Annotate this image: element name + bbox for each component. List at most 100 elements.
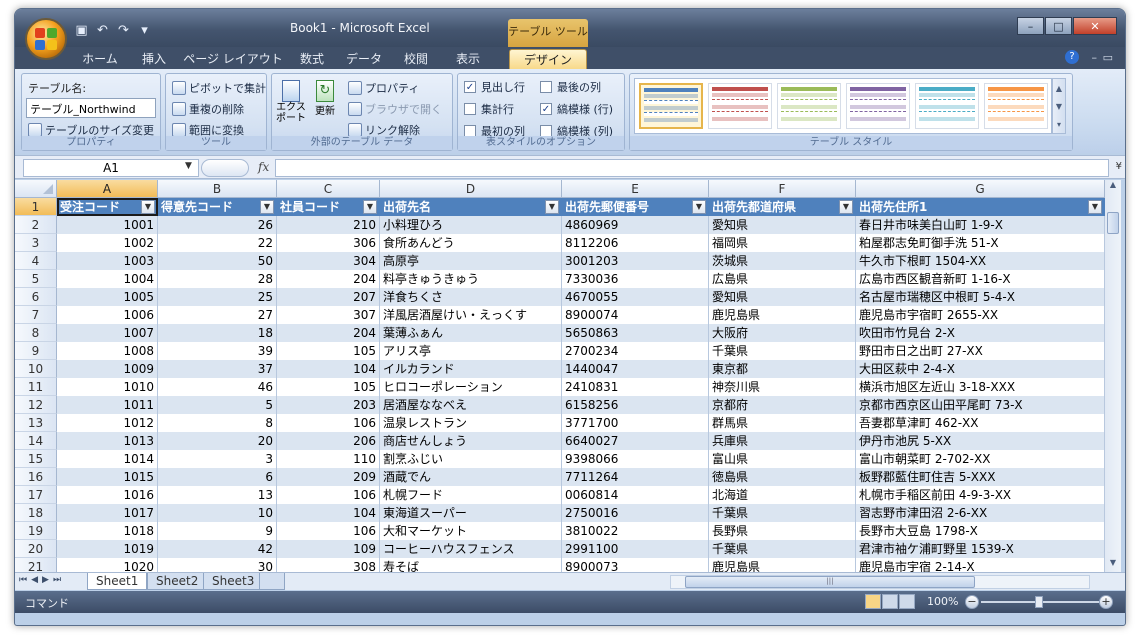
table-cell[interactable]: 27 [158,306,277,324]
table-cell[interactable]: 5 [158,396,277,414]
ribbon-minimize-icon[interactable]: – [1092,51,1098,64]
table-cell[interactable]: 1008 [57,342,158,360]
ribbon-restore-icon[interactable]: ▭ [1103,51,1113,64]
table-cell[interactable]: 104 [277,360,380,378]
zoom-in-icon[interactable]: + [1099,595,1113,609]
table-cell[interactable]: 106 [277,414,380,432]
table-cell[interactable]: アリス亭 [380,342,562,360]
table-cell[interactable]: 7711264 [562,468,709,486]
last-column-checkbox[interactable]: 最後の列 [540,79,601,95]
filter-dropdown-icon[interactable]: ▼ [692,200,706,214]
table-cell[interactable]: 1017 [57,504,158,522]
table-header-cell[interactable]: 出荷先住所1 ▼ [856,198,1105,216]
row-header[interactable]: 9 [15,342,57,360]
insert-sheet-icon[interactable] [259,573,285,590]
table-cell[interactable]: 209 [277,468,380,486]
table-cell[interactable]: 2700234 [562,342,709,360]
table-cell[interactable]: 4860969 [562,216,709,234]
table-cell[interactable]: 東海道スーパー [380,504,562,522]
page-break-view-icon[interactable] [899,594,915,609]
table-cell[interactable]: イルカランド [380,360,562,378]
table-cell[interactable]: 板野郡藍住町住吉 5-XXX [856,468,1105,486]
table-cell[interactable]: 兵庫県 [709,432,856,450]
table-cell[interactable]: 203 [277,396,380,414]
table-cell[interactable]: 9 [158,522,277,540]
column-header[interactable]: B [158,180,277,198]
table-cell[interactable]: 1007 [57,324,158,342]
refresh-button[interactable]: ↻ 更新 [312,80,338,117]
table-style-swatch[interactable] [708,83,772,129]
table-cell[interactable]: 39 [158,342,277,360]
redo-icon[interactable]: ↷ [115,23,132,39]
tab-page-layout[interactable]: ページ レイアウト [183,49,283,69]
insert-function-icon[interactable]: fx [258,160,269,174]
sheet-tab-3[interactable]: Sheet3 [203,573,264,590]
row-header[interactable]: 20 [15,540,57,558]
table-cell[interactable]: 1020 [57,558,158,572]
table-cell[interactable]: 2991100 [562,540,709,558]
filter-dropdown-icon[interactable]: ▼ [545,200,559,214]
table-cell[interactable]: 商店せんしょう [380,432,562,450]
table-cell[interactable]: 洋食ちくさ [380,288,562,306]
table-cell[interactable]: 吹田市竹見台 2-X [856,324,1105,342]
table-cell[interactable]: 1440047 [562,360,709,378]
filter-dropdown-icon[interactable]: ▼ [363,200,377,214]
table-cell[interactable]: 割烹ふじい [380,450,562,468]
name-box-dropdown-icon[interactable]: ▼ [185,161,192,171]
table-cell[interactable]: 愛知県 [709,216,856,234]
table-cell[interactable]: 4670055 [562,288,709,306]
table-cell[interactable]: 1002 [57,234,158,252]
close-button[interactable]: ✕ [1073,17,1117,35]
table-style-swatch[interactable] [777,83,841,129]
filter-dropdown-icon[interactable]: ▼ [1088,200,1102,214]
filter-dropdown-icon[interactable]: ▼ [839,200,853,214]
header-row-checkbox[interactable]: ✓ 見出し行 [464,79,525,95]
horizontal-scroll-thumb[interactable]: ||| [685,576,975,588]
scroll-up-icon[interactable]: ▲ [1105,180,1121,194]
table-cell[interactable]: 6640027 [562,432,709,450]
gallery-down-icon[interactable]: ▼ [1053,102,1065,111]
table-cell[interactable]: 13 [158,486,277,504]
table-cell[interactable]: 野田市日之出町 27-XX [856,342,1105,360]
normal-view-icon[interactable] [865,594,881,609]
table-cell[interactable]: 1018 [57,522,158,540]
table-header-cell[interactable]: 出荷先名 ▼ [380,198,562,216]
sheet-tab-2[interactable]: Sheet2 [147,573,208,590]
table-cell[interactable]: 洋風居酒屋けい・えっくす [380,306,562,324]
table-style-swatch[interactable] [846,83,910,129]
formula-input[interactable] [275,159,1109,177]
zoom-out-icon[interactable]: − [965,595,979,609]
table-cell[interactable]: 鹿児島市宇宿町 2655-XX [856,306,1105,324]
table-cell[interactable]: 1013 [57,432,158,450]
vertical-scrollbar[interactable]: ▲ ▼ [1105,180,1121,572]
table-header-cell[interactable]: 出荷先郵便番号 ▼ [562,198,709,216]
tab-view[interactable]: 表示 [447,49,489,69]
table-cell[interactable]: 18 [158,324,277,342]
table-cell[interactable]: 308 [277,558,380,572]
zoom-slider[interactable]: − + [965,595,1115,609]
page-layout-view-icon[interactable] [882,594,898,609]
table-cell[interactable]: 2410831 [562,378,709,396]
zoom-slider-knob[interactable] [1035,596,1043,608]
table-cell[interactable]: 307 [277,306,380,324]
table-header-cell[interactable]: 社員コード ▼ [277,198,380,216]
table-cell[interactable]: 2750016 [562,504,709,522]
table-cell[interactable]: 1011 [57,396,158,414]
row-header[interactable]: 2 [15,216,57,234]
table-cell[interactable]: 千葉県 [709,342,856,360]
table-cell[interactable]: 春日井市味美白山町 1-9-X [856,216,1105,234]
gallery-more-icon[interactable]: ▾ [1053,120,1065,129]
tab-home[interactable]: ホーム [75,49,125,69]
table-cell[interactable]: 37 [158,360,277,378]
table-cell[interactable]: 206 [277,432,380,450]
row-header[interactable]: 21 [15,558,57,572]
table-cell[interactable]: ヒロコーポレーション [380,378,562,396]
column-header[interactable]: C [277,180,380,198]
table-cell[interactable]: 1009 [57,360,158,378]
save-icon[interactable]: ▣ [73,23,90,39]
table-cell[interactable]: 北海道 [709,486,856,504]
table-cell[interactable]: 1012 [57,414,158,432]
table-cell[interactable]: 8900073 [562,558,709,572]
filter-dropdown-icon[interactable]: ▼ [141,200,155,214]
table-cell[interactable]: 42 [158,540,277,558]
